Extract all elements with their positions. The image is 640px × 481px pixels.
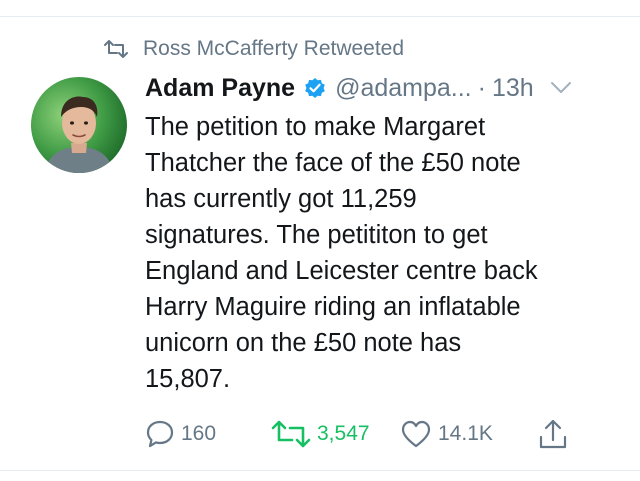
timestamp[interactable]: 13h <box>492 74 534 103</box>
tweet-header: Adam Payne @adampa... · 13h <box>145 70 620 106</box>
retweet-icon <box>104 40 128 58</box>
verified-badge-icon <box>305 78 325 98</box>
author-name[interactable]: Adam Payne <box>145 74 295 103</box>
share-icon <box>539 419 567 449</box>
reply-button[interactable]: 160 <box>145 414 216 454</box>
separator-dot: · <box>477 73 486 102</box>
avatar[interactable] <box>31 77 127 173</box>
retweet-action-icon <box>271 420 311 448</box>
reply-icon <box>146 420 174 448</box>
retweet-count: 3,547 <box>317 422 370 445</box>
like-count: 14.1K <box>438 422 493 445</box>
retweet-context-text: Ross McCafferty Retweeted <box>143 37 405 60</box>
reply-count: 160 <box>181 422 217 445</box>
tweet-text: The petition to make Margaret Thatcher t… <box>145 113 538 393</box>
tweet-actions: 160 3,547 14.1K <box>145 414 625 454</box>
like-button[interactable]: 14.1K <box>400 414 493 454</box>
share-button[interactable] <box>538 414 574 454</box>
retweet-button[interactable]: 3,547 <box>271 414 370 454</box>
author-handle[interactable]: @adampa... <box>335 74 472 103</box>
top-divider <box>0 16 640 17</box>
bottom-divider <box>0 470 640 471</box>
heart-icon <box>401 420 431 448</box>
chevron-down-icon[interactable] <box>550 81 572 95</box>
retweet-context[interactable]: Ross McCafferty Retweeted <box>104 34 404 64</box>
